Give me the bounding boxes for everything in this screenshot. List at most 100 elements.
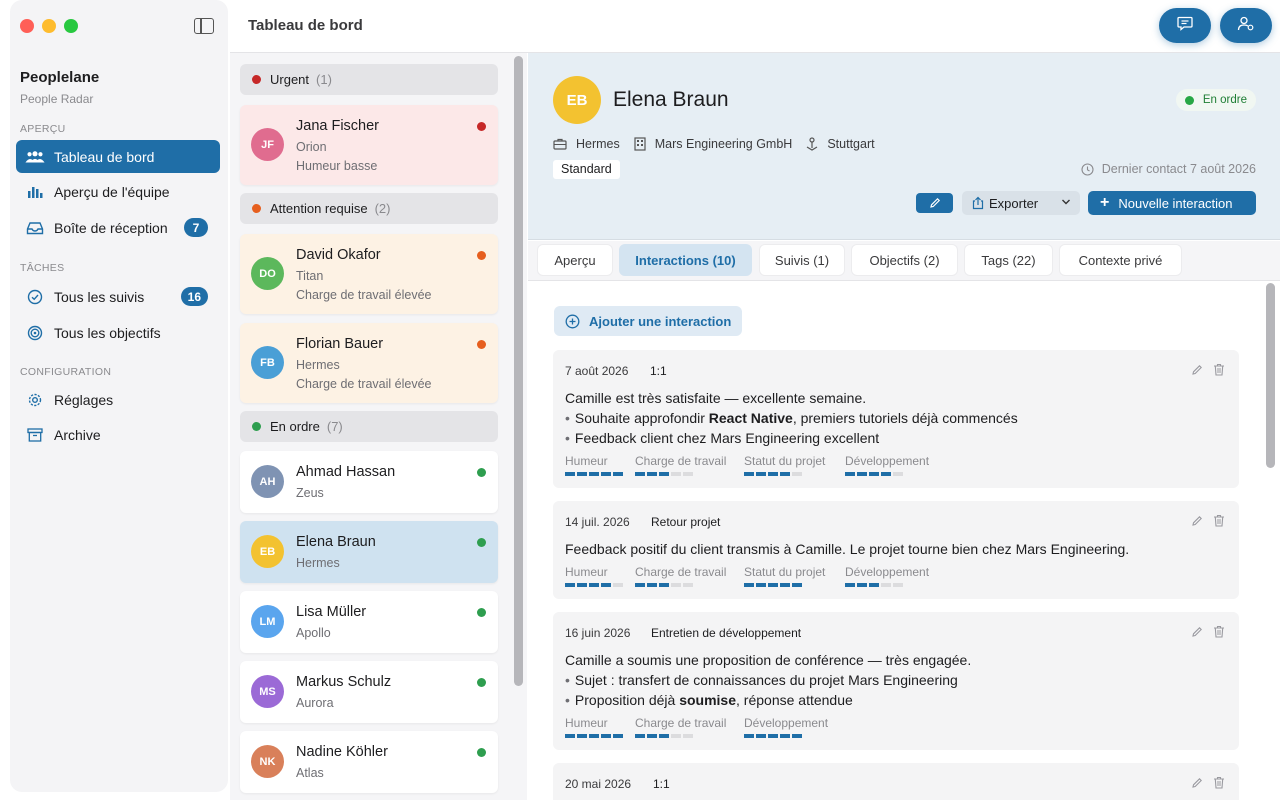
chevron-down-icon <box>1062 199 1070 205</box>
interaction-type: Retour projet <box>651 515 721 529</box>
metric-bars <box>565 472 623 476</box>
interaction-type: 1:1 <box>653 777 670 791</box>
list-scrollbar[interactable] <box>514 56 523 686</box>
status-label: En ordre <box>1202 94 1247 106</box>
new-interaction-button[interactable]: + Nouvelle interaction <box>1088 191 1256 215</box>
metric-segment <box>893 472 903 476</box>
metric-segment <box>845 583 855 587</box>
sidebar-item-team-overview[interactable]: Aperçu de l'équipe <box>16 175 220 208</box>
tab-private-context[interactable]: Contexte privé <box>1059 244 1182 276</box>
sidebar-item-label: Tableau de bord <box>54 148 155 165</box>
sidebar: Peoplelane People Radar APERÇU Tableau d… <box>10 0 228 792</box>
status-dot <box>1184 95 1194 105</box>
person-name: Jana Fischer <box>296 118 380 134</box>
interaction-date: 20 mai 2026 <box>565 777 632 791</box>
pencil-icon[interactable] <box>1191 515 1203 527</box>
plus-icon: + <box>1100 194 1110 211</box>
group-header-attention[interactable]: Attention requise (2) <box>240 193 498 224</box>
metric-segment <box>869 583 879 587</box>
chat-icon <box>1177 16 1193 36</box>
metric-label: Humeur <box>565 716 608 730</box>
metric-segment <box>565 472 575 476</box>
group-count: (2) <box>374 201 391 216</box>
metric-segment <box>589 583 599 587</box>
pencil-icon[interactable] <box>1191 626 1203 638</box>
avatar: LM <box>251 605 284 638</box>
avatar: JF <box>251 128 284 161</box>
sidebar-item-objectives[interactable]: Tous les objectifs <box>16 316 220 349</box>
trash-icon[interactable] <box>1213 514 1225 527</box>
metric-label: Développement <box>845 454 930 468</box>
edit-button[interactable] <box>916 193 953 213</box>
person-card-ahmad-hassan[interactable]: AH Ahmad Hassan Zeus <box>240 451 498 513</box>
add-person-button[interactable] <box>1220 8 1272 43</box>
metric-label: Développement <box>845 565 930 579</box>
metric-segment <box>671 472 681 476</box>
metric-segment <box>589 472 599 476</box>
interaction-date: 16 juin 2026 <box>565 626 631 640</box>
briefcase-icon <box>553 138 567 150</box>
person-card-elena-braun[interactable]: EB Elena Braun Hermes <box>240 521 498 583</box>
sidebar-toggle-icon[interactable] <box>194 18 214 34</box>
minimize-window-button[interactable] <box>42 19 56 33</box>
sidebar-item-archive[interactable]: Archive <box>16 418 220 451</box>
sidebar-item-dashboard[interactable]: Tableau de bord <box>16 140 220 173</box>
person-project: Titan <box>296 269 324 283</box>
messages-button[interactable] <box>1159 8 1211 43</box>
export-button[interactable]: Exporter <box>962 191 1080 215</box>
metric-bars <box>744 734 802 738</box>
interaction-actions <box>1191 776 1225 789</box>
metric-segment <box>683 472 693 476</box>
zoom-window-button[interactable] <box>64 19 78 33</box>
followups-count-badge: 16 <box>180 287 208 306</box>
add-interaction-button[interactable]: Ajouter une interaction <box>554 306 742 336</box>
trash-icon[interactable] <box>1213 625 1225 638</box>
tab-objectives[interactable]: Objectifs (2) <box>851 244 958 276</box>
metric-segment <box>601 734 611 738</box>
tab-tags[interactable]: Tags (22) <box>964 244 1053 276</box>
metric-segment <box>768 472 778 476</box>
group-header-urgent[interactable]: Urgent (1) <box>240 64 498 95</box>
tab-followups[interactable]: Suivis (1) <box>759 244 845 276</box>
metric-segment <box>780 734 790 738</box>
person-card-markus-schulz[interactable]: MS Markus Schulz Aurora <box>240 661 498 723</box>
metric-segment <box>659 583 669 587</box>
metric-segment <box>671 734 681 738</box>
sidebar-item-label: Archive <box>54 426 101 443</box>
sidebar-item-inbox[interactable]: Boîte de réception 7 <box>16 211 220 244</box>
interaction-line: Camille est très satisfaite — excellente… <box>565 390 867 406</box>
tab-interactions[interactable]: Interactions (10) <box>619 244 752 276</box>
person-project: Apollo <box>296 626 331 640</box>
trash-icon[interactable] <box>1213 776 1225 789</box>
trash-icon[interactable] <box>1213 363 1225 376</box>
sidebar-item-settings[interactable]: Réglages <box>16 383 220 416</box>
metric-segment <box>613 583 623 587</box>
group-header-ok[interactable]: En ordre (7) <box>240 411 498 442</box>
pencil-icon[interactable] <box>1191 777 1203 789</box>
detail-scrollbar[interactable] <box>1266 283 1275 468</box>
meta-company: Mars Engineering GmbH <box>634 137 792 151</box>
interaction-date: 14 juil. 2026 <box>565 515 630 529</box>
tab-overview[interactable]: Aperçu <box>537 244 613 276</box>
metric-segment <box>647 472 657 476</box>
metric-bars <box>845 583 903 587</box>
close-window-button[interactable] <box>20 19 34 33</box>
metric-segment <box>613 472 623 476</box>
metric-segment <box>577 734 587 738</box>
metric-segment <box>857 583 867 587</box>
person-card-lisa-muller[interactable]: LM Lisa Müller Apollo <box>240 591 498 653</box>
avatar: MS <box>251 675 284 708</box>
person-project: Orion <box>296 140 327 154</box>
pencil-icon[interactable] <box>1191 364 1203 376</box>
status-dot <box>477 678 486 687</box>
person-card-nadine-kohler[interactable]: NK Nadine Köhler Atlas <box>240 731 498 793</box>
person-card-florian-bauer[interactable]: FB Florian Bauer Hermes Charge de travai… <box>240 323 498 403</box>
sidebar-item-followups[interactable]: Tous les suivis 16 <box>16 280 220 313</box>
person-card-david-okafor[interactable]: DO David Okafor Titan Charge de travail … <box>240 234 498 314</box>
metric-segment <box>780 472 790 476</box>
sidebar-item-label: Boîte de réception <box>54 219 168 236</box>
person-card-jana-fischer[interactable]: JF Jana Fischer Orion Humeur basse <box>240 105 498 185</box>
metric-segment <box>857 472 867 476</box>
person-detail: EB Elena Braun En ordre Hermes Mars Engi… <box>528 53 1280 800</box>
person-name: Lisa Müller <box>296 604 367 620</box>
